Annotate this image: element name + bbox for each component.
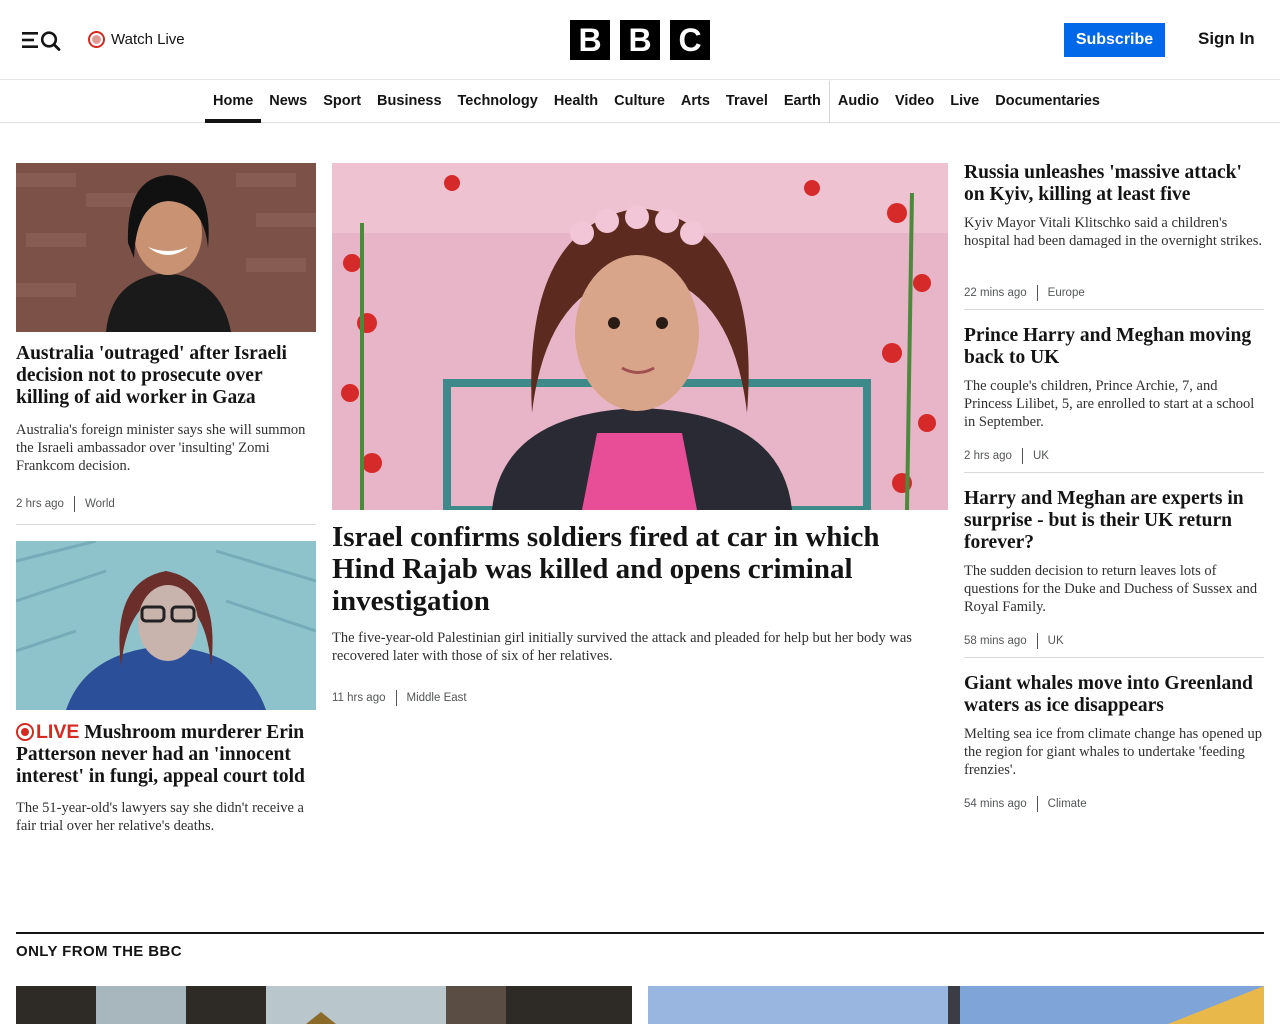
bbc-logo[interactable]: B B C	[570, 20, 710, 60]
meta-divider	[395, 690, 397, 706]
nav-item-arts[interactable]: Arts	[673, 81, 718, 123]
menu-search-button[interactable]	[20, 27, 64, 53]
story-time: 11 hrs ago	[332, 692, 386, 704]
story-section[interactable]: UK	[1048, 635, 1064, 647]
feature-image-2[interactable]	[648, 986, 1264, 1024]
story-meta: 54 mins ago Climate	[964, 795, 1087, 813]
building-image	[16, 986, 632, 1024]
portrait-image	[16, 163, 316, 332]
story-time: 22 mins ago	[964, 287, 1027, 299]
meta-divider	[1036, 633, 1038, 649]
story-meta: 2 hrs ago UK	[964, 447, 1049, 465]
nav-item-travel[interactable]: Travel	[718, 81, 776, 123]
story-headline[interactable]: Harry and Meghan are experts in surprise…	[964, 488, 1264, 554]
story-time: 58 mins ago	[964, 635, 1027, 647]
story-section[interactable]: Climate	[1048, 798, 1087, 810]
girl-portrait-image	[332, 163, 948, 510]
menu-icon	[22, 31, 61, 51]
meta-divider	[1036, 285, 1038, 301]
divider	[964, 472, 1264, 473]
nav-item-video[interactable]: Video	[887, 81, 942, 123]
nav-item-news[interactable]: News	[261, 81, 315, 123]
nav-item-business[interactable]: Business	[369, 81, 449, 123]
main-story-headline[interactable]: Israel confirms soldiers fired at car in…	[332, 521, 948, 617]
story-headline-live[interactable]: LIVE Mushroom murderer Erin Patterson ne…	[16, 721, 316, 788]
main-nav: Home News Sport Business Technology Heal…	[0, 81, 1280, 123]
story-headline[interactable]: Australia 'outraged' after Israeli decis…	[16, 343, 316, 409]
live-icon	[16, 723, 34, 741]
nav-item-health[interactable]: Health	[546, 81, 606, 123]
nav-item-audio[interactable]: Audio	[828, 81, 887, 123]
story-summary: Australia's foreign minister says she wi…	[16, 422, 306, 474]
logo-letter-c: C	[670, 20, 710, 60]
story-time: 54 mins ago	[964, 798, 1027, 810]
main-story-meta: 11 hrs ago Middle East	[332, 689, 467, 707]
nav-item-technology[interactable]: Technology	[450, 81, 546, 123]
meta-divider	[1036, 796, 1038, 812]
section-divider	[16, 932, 1264, 934]
feature-image-1[interactable]	[16, 986, 632, 1024]
logo-letter-b2: B	[620, 20, 660, 60]
nav-item-live[interactable]: Live	[942, 81, 987, 123]
story-section[interactable]: Middle East	[407, 692, 467, 704]
story-summary: The 51-year-old's lawyers say she didn't…	[16, 800, 304, 834]
story-summary: The couple's children, Prince Archie, 7,…	[964, 378, 1255, 430]
story-summary: The sudden decision to return leaves lot…	[964, 563, 1258, 615]
story-headline[interactable]: Giant whales move into Greenland waters …	[964, 673, 1264, 717]
subscribe-button[interactable]: Subscribe	[1064, 23, 1165, 57]
story-section[interactable]: UK	[1033, 450, 1049, 462]
story-summary: Melting sea ice from climate change has …	[964, 726, 1262, 778]
sign-in-link[interactable]: Sign In	[1198, 29, 1255, 49]
nav-item-home[interactable]: Home	[205, 81, 262, 123]
divider	[964, 309, 1264, 310]
story-time: 2 hrs ago	[16, 498, 64, 510]
story-section[interactable]: World	[85, 498, 115, 510]
main-story-image[interactable]	[332, 163, 948, 510]
story-meta: 22 mins ago Europe	[964, 284, 1085, 302]
sketch-image	[16, 541, 316, 710]
story-section[interactable]: Europe	[1048, 287, 1085, 299]
divider	[964, 657, 1264, 658]
live-dot-icon	[88, 30, 105, 48]
story-headline[interactable]: Russia unleashes 'massive attack' on Kyi…	[964, 162, 1264, 206]
story-image-court-sketch[interactable]	[16, 541, 316, 710]
story-headline[interactable]: Prince Harry and Meghan moving back to U…	[964, 325, 1264, 369]
story-time: 2 hrs ago	[964, 450, 1012, 462]
watch-live-link[interactable]: Watch Live	[88, 28, 185, 50]
nav-item-culture[interactable]: Culture	[606, 81, 673, 123]
sky-image	[648, 986, 1264, 1024]
top-bar: Watch Live B B C Subscribe Sign In	[0, 0, 1280, 80]
nav-item-documentaries[interactable]: Documentaries	[987, 81, 1108, 123]
divider	[16, 524, 316, 525]
main-story-summary: The five-year-old Palestinian girl initi…	[332, 630, 912, 664]
meta-divider	[1021, 448, 1023, 464]
nav-item-sport[interactable]: Sport	[315, 81, 369, 123]
watch-live-label: Watch Live	[111, 30, 185, 48]
live-badge: LIVE	[36, 721, 80, 743]
story-image-aid-worker[interactable]	[16, 163, 316, 332]
story-meta: 58 mins ago UK	[964, 632, 1064, 650]
story-summary: Kyiv Mayor Vitali Klitschko said a child…	[964, 215, 1262, 249]
story-meta: 2 hrs ago World	[16, 495, 115, 513]
meta-divider	[73, 496, 75, 512]
nav-item-earth[interactable]: Earth	[776, 81, 829, 123]
section-title: ONLY FROM THE BBC	[16, 943, 182, 960]
logo-letter-b1: B	[570, 20, 610, 60]
